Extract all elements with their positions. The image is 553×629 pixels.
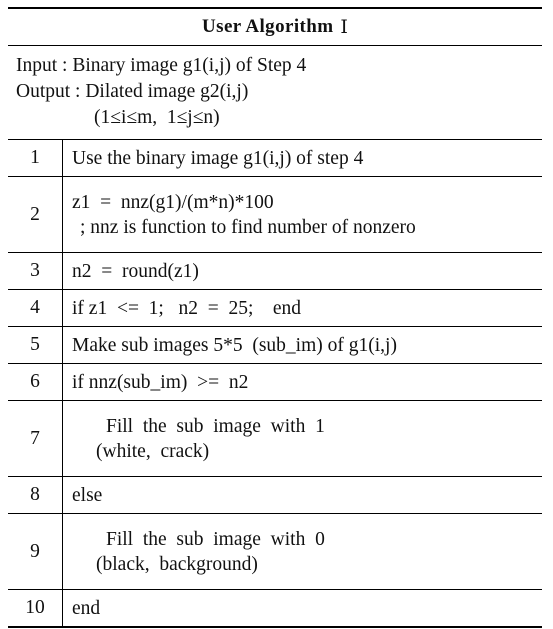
step-line: Fill the sub image with 0: [106, 528, 325, 550]
step-number: 3: [30, 260, 40, 281]
table-row: 10 end: [8, 590, 542, 626]
table-title-row: User Algorithm Ⅰ: [8, 9, 542, 45]
step-line: n2 = round(z1): [72, 260, 199, 282]
step-text: end: [62, 590, 542, 626]
step-text: Fill the sub image with 0 (black, backgro…: [62, 514, 542, 589]
step-line: ; nnz is function to find number of nonz…: [80, 216, 416, 238]
step-text: n2 = round(z1): [62, 253, 542, 289]
step-line: Use the binary image g1(i,j) of step 4: [72, 147, 364, 169]
step-line: end: [72, 597, 101, 619]
table-row: 8 else: [8, 477, 542, 513]
io-block: Input : Binary image g1(i,j) of Step 4 O…: [8, 46, 542, 139]
table-row: 7 Fill the sub image with 1 (white, crack): [8, 401, 542, 476]
table-row: 4 if z1 <= 1; n2 = 25; end: [8, 290, 542, 326]
step-line: if nnz(sub_im) >= n2: [72, 371, 249, 393]
step-number: 4: [30, 297, 40, 318]
step-text: Fill the sub image with 1 (white, crack): [62, 401, 542, 476]
table-bottom-rule: [8, 626, 542, 628]
step-number: 7: [30, 427, 40, 449]
step-number: 5: [30, 334, 40, 355]
step-line: Fill the sub image with 1: [106, 415, 325, 437]
column-divider: [62, 140, 63, 626]
step-text: if nnz(sub_im) >= n2: [62, 364, 542, 400]
step-text: Make sub images 5*5 (sub_im) of g1(i,j): [62, 327, 542, 363]
table-row: 2 z1 = nnz(g1)/(m*n)*100 ; nnz is function…: [8, 177, 542, 252]
step-line: (white, crack): [96, 440, 210, 462]
output-line: Output : Dilated image g2(i,j): [16, 81, 249, 102]
step-line: Make sub images 5*5 (sub_im) of g1(i,j): [72, 334, 397, 356]
table-row: 5 Make sub images 5*5 (sub_im) of g1(i,j): [8, 327, 542, 363]
step-number: 9: [30, 540, 40, 562]
step-number: 6: [30, 371, 40, 392]
step-line: z1 = nnz(g1)/(m*n)*100: [72, 191, 274, 213]
table-row: 9 Fill the sub image with 0 (black, backgr…: [8, 514, 542, 589]
step-text: else: [62, 477, 542, 513]
page-title: User Algorithm: [202, 16, 334, 37]
step-text: Use the binary image g1(i,j) of step 4: [62, 140, 542, 176]
algorithm-table: User Algorithm Ⅰ Input : Binary image g1(…: [8, 7, 542, 628]
title-roman-numeral: Ⅰ: [340, 16, 348, 38]
step-line: else: [72, 484, 103, 506]
step-line: (black, background): [96, 553, 258, 575]
step-number: 8: [30, 484, 40, 505]
input-line: Input : Binary image g1(i,j) of Step 4: [16, 55, 307, 76]
step-number: 10: [25, 597, 45, 618]
step-line: if z1 <= 1; n2 = 25; end: [72, 297, 302, 319]
index-range-line: (1≤i≤m, 1≤j≤n): [94, 107, 220, 128]
table-row: 3 n2 = round(z1): [8, 253, 542, 289]
step-text: if z1 <= 1; n2 = 25; end: [62, 290, 542, 326]
step-number: 2: [30, 203, 40, 225]
table-row: 6 if nnz(sub_im) >= n2: [8, 364, 542, 400]
table-row: 1 Use the binary image g1(i,j) of step 4: [8, 140, 542, 176]
step-number: 1: [30, 147, 40, 168]
steps-container: 1 Use the binary image g1(i,j) of step 4 2…: [8, 140, 542, 626]
step-text: z1 = nnz(g1)/(m*n)*100 ; nnz is function …: [62, 177, 542, 252]
